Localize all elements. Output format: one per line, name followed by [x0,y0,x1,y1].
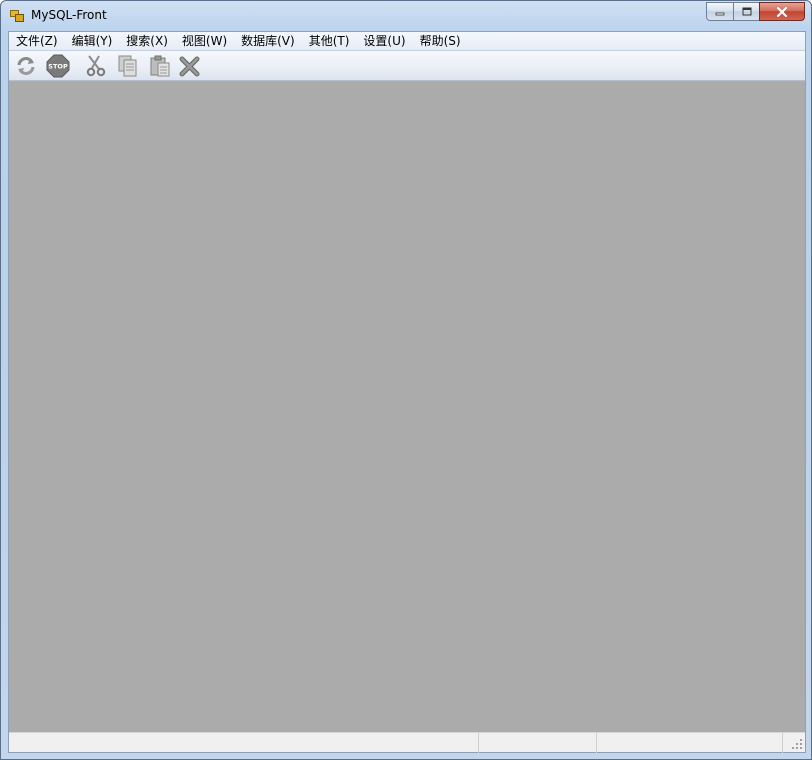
menu-file[interactable]: 文件(Z) [9,32,65,51]
paste-button[interactable] [147,54,173,78]
minimize-icon [715,12,725,15]
menu-database[interactable]: 数据库(V) [234,32,302,51]
menu-view[interactable]: 视图(W) [175,32,234,51]
title-bar[interactable]: MySQL-Front [1,1,811,31]
resize-grip-icon[interactable] [791,738,803,750]
window-title: MySQL-Front [31,8,107,22]
delete-icon [179,56,200,77]
toolbar: STOP [9,51,805,81]
menu-settings[interactable]: 设置(U) [356,32,412,51]
menu-bar: 文件(Z) 编辑(Y) 搜索(X) 视图(W) 数据库(V) 其他(T) 设置(… [9,32,805,51]
client-area: 文件(Z) 编辑(Y) 搜索(X) 视图(W) 数据库(V) 其他(T) 设置(… [8,31,806,753]
menu-other[interactable]: 其他(T) [302,32,357,51]
refresh-icon [17,57,35,75]
cut-icon [86,55,106,77]
delete-button[interactable] [177,54,203,78]
paste-icon [150,55,170,77]
stop-icon: STOP [46,54,70,78]
status-bar [9,732,805,753]
menu-search[interactable]: 搜索(X) [119,32,175,51]
mysql-front-app-icon [10,10,24,22]
status-panel-tertiary [597,733,783,753]
maximize-button[interactable] [733,2,759,21]
status-panel-main [9,733,479,753]
main-window: MySQL-Front 文件(Z) 编辑(Y) 搜索(X) 视图(W) 数据库(… [0,0,812,760]
maximize-icon [742,7,751,16]
workspace-area [9,82,805,732]
cut-button[interactable] [83,54,109,78]
stop-icon-label: STOP [48,63,68,71]
window-controls [706,2,805,21]
status-panel-secondary [479,733,597,753]
close-icon [776,6,788,17]
minimize-button[interactable] [706,2,733,21]
refresh-button[interactable] [13,54,39,78]
copy-icon [118,55,137,77]
copy-button[interactable] [115,54,141,78]
menu-edit[interactable]: 编辑(Y) [65,32,120,51]
stop-button[interactable]: STOP [45,54,71,78]
close-button[interactable] [759,2,805,21]
menu-help[interactable]: 帮助(S) [413,32,468,51]
